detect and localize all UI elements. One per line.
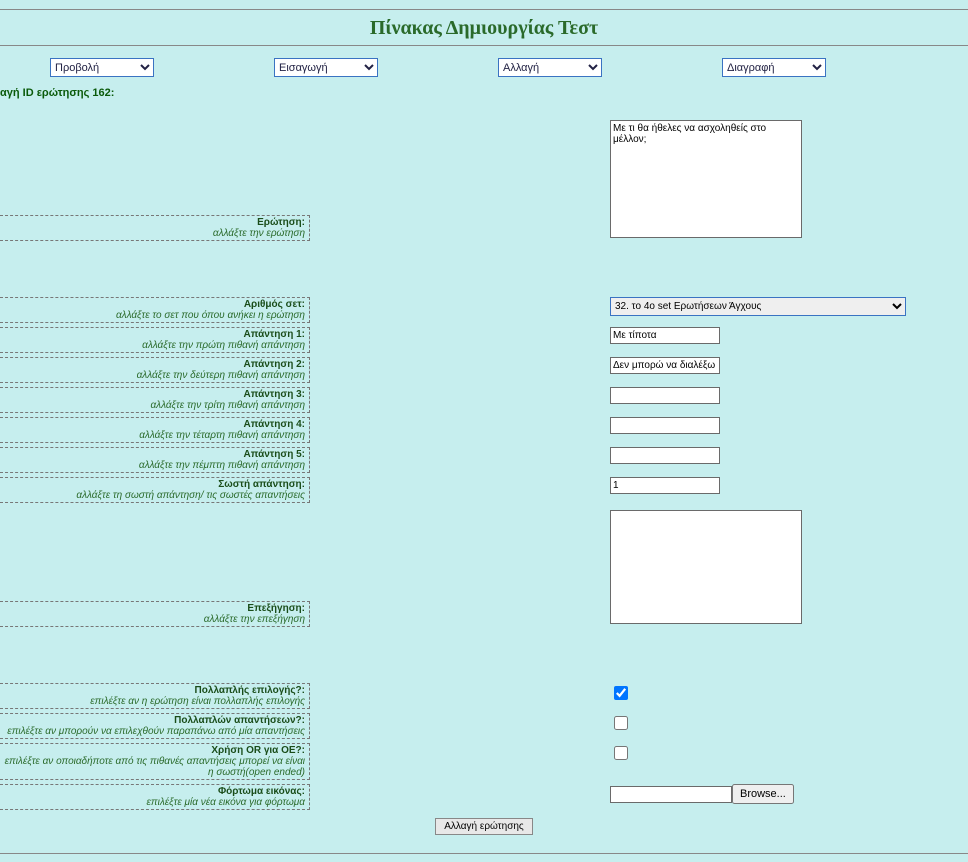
- explain-input[interactable]: [610, 510, 802, 624]
- ans2-hint: αλλάξτε την δεύτερη πιθανή απάντηση: [4, 370, 305, 381]
- browse-button[interactable]: Browse...: [732, 784, 794, 804]
- set-label: Αριθμός σετ:: [4, 299, 305, 310]
- or-label: Χρήση OR για ΟΕ?:: [4, 745, 305, 756]
- correct-hint: αλλάξτε τη σωστή απάντηση/ τις σωστές απ…: [4, 490, 305, 501]
- explain-label: Επεξήγηση:: [4, 603, 305, 614]
- ans4-hint: αλλάξτε την τέταρτη πιθανή απάντηση: [4, 430, 305, 441]
- question-input[interactable]: [610, 120, 802, 238]
- status-line: αγή ID ερώτησης 162:: [0, 87, 968, 99]
- title-bar: Πίνακας Δημιουργίας Τεστ: [0, 10, 968, 46]
- ans1-input[interactable]: [610, 327, 720, 344]
- toolbar: Προβολή Εισαγωγή Αλλαγή Διαγραφή: [0, 46, 968, 87]
- set-select[interactable]: 32. το 4ο set Ερωτήσεων Άγχους: [610, 297, 906, 316]
- ans3-label: Απάντηση 3:: [4, 389, 305, 400]
- page-title: Πίνακας Δημιουργίας Τεστ: [0, 17, 968, 40]
- ans2-label: Απάντηση 2:: [4, 359, 305, 370]
- multichoice-label: Πολλαπλής επιλογής?:: [4, 685, 305, 696]
- upload-label: Φόρτωμα εικόνας:: [4, 786, 305, 797]
- ans4-input[interactable]: [610, 417, 720, 434]
- upload-hint: επιλέξτε μία νέα εικόνα για φόρτωμα: [4, 797, 305, 808]
- file-path-input[interactable]: [610, 786, 732, 803]
- ans5-label: Απάντηση 5:: [4, 449, 305, 460]
- ans4-label: Απάντηση 4:: [4, 419, 305, 430]
- change-select[interactable]: Αλλαγή: [498, 58, 602, 77]
- footer: [0, 854, 968, 862]
- set-hint: αλλάξτε το σετ που όπου ανήκει η ερώτηση: [4, 310, 305, 321]
- multichoice-checkbox[interactable]: [614, 686, 628, 700]
- question-label: Ερώτηση:: [4, 217, 305, 228]
- multians-hint: επιλέξτε αν μπορούν να επιλεχθούν παραπά…: [4, 726, 305, 737]
- explain-hint: αλλάξτε την επεξήγηση: [4, 614, 305, 625]
- ans2-input[interactable]: [610, 357, 720, 374]
- or-hint: επιλέξτε αν οποιαδήποτε από τις πιθανές …: [4, 756, 305, 778]
- question-hint: αλλάξτε την ερώτηση: [4, 228, 305, 239]
- insert-select[interactable]: Εισαγωγή: [274, 58, 378, 77]
- multians-label: Πολλαπλών απαντήσεων?:: [4, 715, 305, 726]
- ans1-label: Απάντηση 1:: [4, 329, 305, 340]
- or-checkbox[interactable]: [614, 746, 628, 760]
- multichoice-hint: επιλέξτε αν η ερώτηση είναι πολλαπλής επ…: [4, 696, 305, 707]
- correct-label: Σωστή απάντηση:: [4, 479, 305, 490]
- submit-button[interactable]: Αλλαγή ερώτησης: [435, 818, 533, 835]
- correct-input[interactable]: [610, 477, 720, 494]
- ans5-input[interactable]: [610, 447, 720, 464]
- delete-select[interactable]: Διαγραφή: [722, 58, 826, 77]
- ans3-input[interactable]: [610, 387, 720, 404]
- ans1-hint: αλλάξτε την πρώτη πιθανή απάντηση: [4, 340, 305, 351]
- ans5-hint: αλλάξτε την πέμπτη πιθανή απάντηση: [4, 460, 305, 471]
- view-select[interactable]: Προβολή: [50, 58, 154, 77]
- multians-checkbox[interactable]: [614, 716, 628, 730]
- ans3-hint: αλλάξτε την τρίτη πιθανή απάντηση: [4, 400, 305, 411]
